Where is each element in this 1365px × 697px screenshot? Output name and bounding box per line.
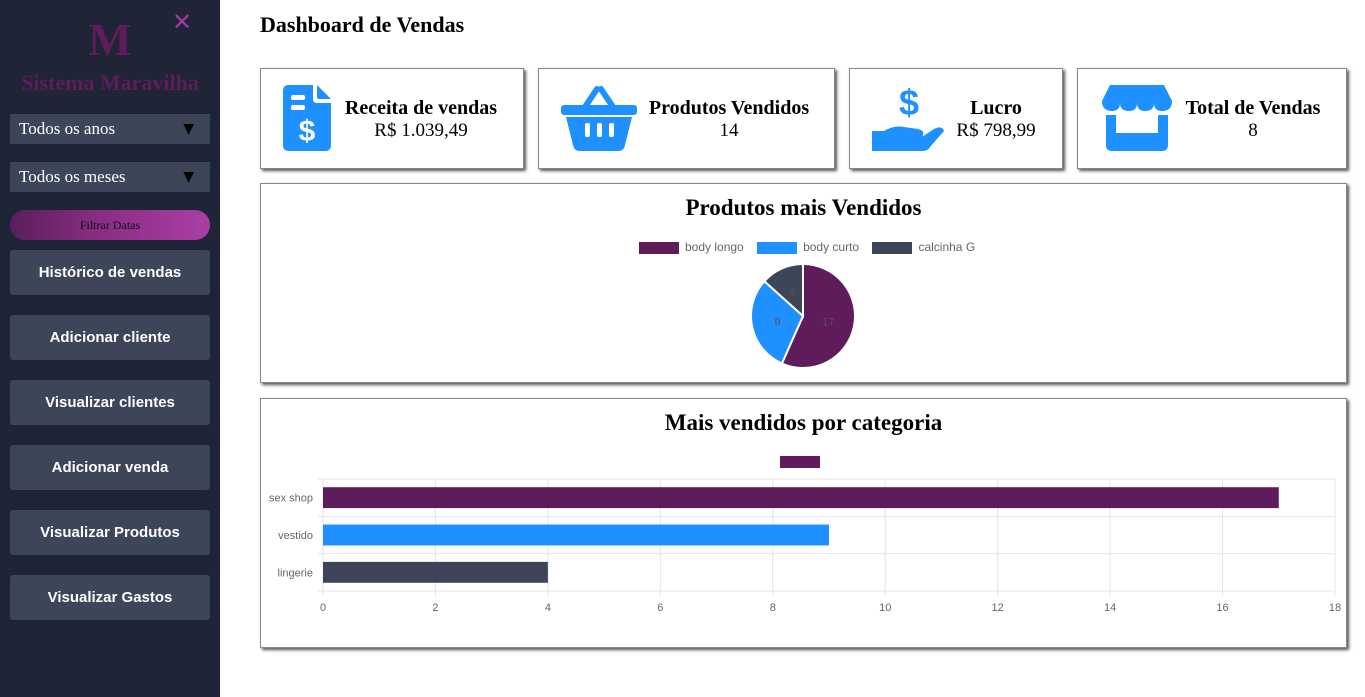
- year-select-value: Todos os anos: [19, 119, 116, 138]
- y-tick-label: lingerie: [278, 567, 313, 579]
- total-sales-value: 8: [1248, 120, 1258, 141]
- pie-slice-label: 9: [775, 316, 781, 328]
- legend-item[interactable]: body longo: [639, 240, 744, 254]
- bar[interactable]: [323, 487, 1279, 509]
- total-sales-card: Total de Vendas 8: [1077, 68, 1347, 169]
- legend-swatch: [757, 241, 798, 254]
- legend-label: calcinha G: [918, 239, 976, 254]
- x-tick-label: 14: [1104, 602, 1116, 614]
- pie-chart-title: Produtos mais Vendidos: [685, 195, 922, 220]
- revenue-title: Receita de vendas: [344, 97, 498, 119]
- pie-slice-label: 17: [822, 316, 834, 328]
- profit-card: $ Lucro R$ 798,99: [849, 68, 1063, 169]
- y-tick-label: vestido: [278, 530, 313, 542]
- legend-swatch: [872, 241, 913, 254]
- legend-item[interactable]: calcinha G: [872, 240, 975, 254]
- x-tick-label: 10: [879, 602, 891, 614]
- bar[interactable]: [323, 524, 829, 546]
- x-tick-label: 12: [992, 602, 1004, 614]
- products-sold-value: 14: [719, 120, 739, 141]
- bar-chart: 0 2 4 6 8 10 12 14 16 18 sex shop vestido lingerie: [269, 478, 1341, 614]
- filter-dates-button[interactable]: Filtrar Datas: [10, 210, 210, 240]
- revenue-card: $ Receita de vendas R$ 1.039,49: [260, 68, 524, 169]
- legend-swatch: [639, 241, 679, 254]
- pie-legend: body longo body curto calcinha G: [639, 239, 985, 254]
- year-select[interactable]: Todos os anos ▼: [10, 114, 210, 144]
- view-products-button[interactable]: Visualizar Produtos: [10, 510, 210, 555]
- category-panel: Mais vendidos por categoria 0 2 4 6 8 10 12 14 1…: [260, 398, 1347, 648]
- x-tick-label: 2: [432, 602, 438, 614]
- bar-legend-swatch[interactable]: [780, 456, 820, 468]
- x-tick-label: 18: [1329, 602, 1341, 614]
- profit-title: Lucro: [970, 97, 1022, 119]
- bar[interactable]: [323, 561, 548, 583]
- pie-slice-label: 4: [789, 287, 795, 299]
- hand-dollar-icon: $: [872, 85, 944, 151]
- svg-text:$: $: [299, 115, 316, 148]
- profit-value: R$ 798,99: [956, 120, 1036, 141]
- chevron-down-icon: ▼: [183, 169, 194, 185]
- x-tick-label: 8: [770, 602, 776, 614]
- products-sold-title: Produtos Vendidos: [648, 97, 810, 119]
- sales-history-button[interactable]: Histórico de vendas: [10, 250, 210, 295]
- close-icon[interactable]: ✕: [170, 8, 194, 36]
- month-select[interactable]: Todos os meses ▼: [10, 162, 210, 192]
- pie-chart: 1794: [750, 262, 856, 369]
- products-sold-card: Produtos Vendidos 14: [538, 68, 835, 169]
- y-tick-label: sex shop: [269, 493, 313, 505]
- store-icon: [1102, 85, 1172, 151]
- month-select-value: Todos os meses: [19, 167, 126, 186]
- top-products-panel: Produtos mais Vendidos body longo body c…: [260, 183, 1347, 383]
- svg-text:$: $: [899, 85, 919, 123]
- x-tick-label: 6: [657, 602, 663, 614]
- page-title: Dashboard de Vendas: [260, 12, 465, 37]
- x-tick-label: 16: [1216, 602, 1228, 614]
- chevron-down-icon: ▼: [183, 121, 194, 137]
- invoice-dollar-icon: $: [283, 85, 331, 151]
- x-tick-label: 0: [320, 602, 326, 614]
- x-tick-label: 4: [545, 602, 551, 614]
- sidebar: M ✕ Sistema Maravilha Todos os anos ▼ To…: [0, 0, 220, 697]
- legend-label: body longo: [685, 239, 744, 254]
- view-expenses-button[interactable]: Visualizar Gastos: [10, 575, 210, 620]
- add-sale-button[interactable]: Adicionar venda: [10, 445, 210, 490]
- brand-name: Sistema Maravilha: [21, 70, 199, 95]
- add-client-button[interactable]: Adicionar cliente: [10, 315, 210, 360]
- legend-item[interactable]: body curto: [757, 240, 859, 254]
- shopping-basket-icon: [561, 86, 637, 151]
- legend-label: body curto: [803, 239, 860, 254]
- revenue-value: R$ 1.039,49: [374, 120, 468, 141]
- total-sales-title: Total de Vendas: [1185, 97, 1321, 119]
- bar-chart-title: Mais vendidos por categoria: [664, 410, 943, 435]
- view-clients-button[interactable]: Visualizar clientes: [10, 380, 210, 425]
